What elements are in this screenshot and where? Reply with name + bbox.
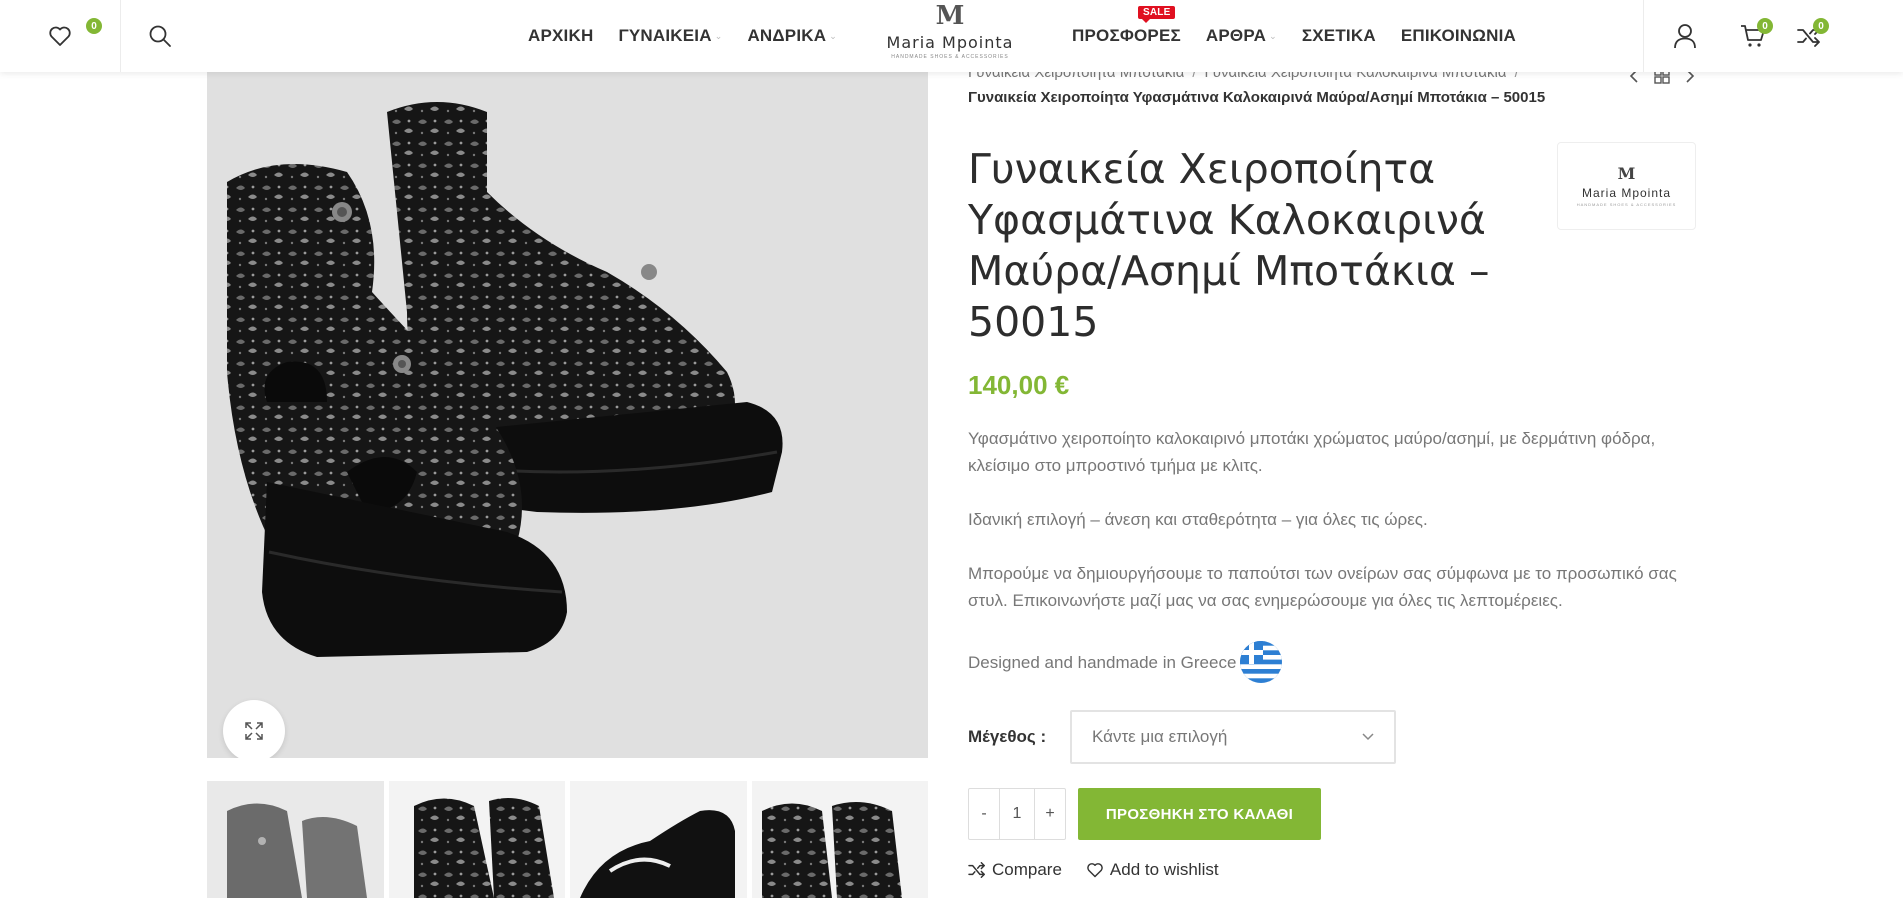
breadcrumb-current: Γυναικεία Χειροποίητα Υφασμάτινα Καλοκαι… (968, 89, 1546, 106)
chevron-down-icon: ⌄ (829, 30, 837, 41)
quantity-stepper: - 1 + (968, 788, 1066, 840)
logo-mark: M (935, 1, 965, 31)
brand-name: Maria Mpointa (1581, 185, 1672, 200)
logo-tagline: HANDMADE SHOES & ACCESSORIES (891, 54, 1009, 60)
logo-name: Maria Mpointa (886, 33, 1014, 52)
size-selector-row: Μέγεθος : Κάντε μια επιλογή (968, 710, 1396, 764)
nav-item-articles[interactable]: ΑΡΘΡΑ ⌄ (1206, 26, 1277, 46)
compare-arrows-icon (968, 862, 985, 878)
nav-item-women[interactable]: ΓΥΝΑΙΚΕΙΑ ⌄ (618, 26, 722, 46)
search-button[interactable] (121, 0, 199, 72)
thumbnail-image (413, 797, 554, 898)
account-button[interactable] (1643, 0, 1725, 72)
product-main-image[interactable] (207, 72, 928, 758)
main-nav-right: SALE ΠΡΟΣΦΟΡΕΣ ΑΡΘΡΑ ⌄ ΣΧΕΤΙΚΑ ΕΠΙΚΟΙΝΩΝΙ… (1072, 0, 1541, 72)
sale-badge: SALE (1138, 6, 1176, 23)
brand-logo[interactable]: M Maria Mpointa HANDMADE SHOES & ACCESSO… (1557, 142, 1696, 230)
quantity-increase-button[interactable]: + (1035, 789, 1065, 839)
product-description: Υφασμάτινο χειροποίητο καλοκαιρινό μποτά… (968, 425, 1696, 683)
expand-icon (245, 722, 263, 740)
nav-label: ΑΡΧΙΚΗ (528, 26, 594, 45)
nav-item-about[interactable]: ΣΧΕΤΙΚΑ (1302, 26, 1376, 46)
thumbnail-image (761, 802, 902, 898)
chevron-down-icon (1362, 733, 1374, 741)
chevron-down-icon: ⌄ (714, 30, 723, 41)
compare-label: Compare (992, 860, 1062, 879)
nav-label: ΑΝΔΡΙΚΑ (747, 26, 827, 45)
nav-item-offers[interactable]: SALE ΠΡΟΣΦΟΡΕΣ (1072, 6, 1181, 46)
description-paragraph: Ιδανική επιλογή – άνεση και σταθερότητα … (968, 510, 1428, 529)
search-icon (149, 25, 171, 47)
nav-label: ΓΥΝΑΙΚΕΙΑ (618, 26, 712, 45)
thumbnail-3[interactable] (570, 781, 747, 898)
chevron-down-icon: ⌄ (1269, 30, 1277, 41)
site-header: 0 ΑΡΧΙΚΗ ΓΥΝΑΙΚΕΙΑ ⌄ ΑΝΔΡΙΚΑ ⌄ M Maria Mpo… (0, 0, 1903, 72)
thumbnail-4[interactable] (751, 781, 928, 898)
wishlist-count-badge: 0 (86, 18, 102, 34)
nav-item-home[interactable]: ΑΡΧΙΚΗ (528, 26, 593, 46)
add-to-cart-button[interactable]: ΠΡΟΣΘΗΚΗ ΣΤΟ ΚΑΛΑΘΙ (1078, 788, 1321, 840)
header-right-tools: 0 0 (1643, 0, 1903, 72)
brand-tagline: HANDMADE SHOES & ACCESSORIES (1576, 201, 1677, 207)
thumbnail-image (580, 810, 735, 898)
expand-image-button[interactable] (223, 700, 285, 758)
nav-label: ΣΧΕΤΙΚΑ (1301, 26, 1376, 45)
greek-flag-icon (1240, 641, 1283, 683)
heart-icon (49, 26, 71, 46)
nav-item-contact[interactable]: ΕΠΙΚΟΙΝΩΝΙΑ (1401, 26, 1516, 46)
wishlist-label: Add to wishlist (1109, 860, 1219, 879)
product-title: Γυναικεία Χειροποίητα Υφασμάτινα Καλοκαι… (968, 145, 1490, 346)
heart-icon (1087, 863, 1103, 878)
quantity-input[interactable]: 1 (999, 789, 1035, 839)
origin-line: Designed and handmade in Greece (968, 641, 1696, 683)
wishlist-button[interactable]: 0 (0, 0, 121, 72)
user-icon (1673, 24, 1696, 49)
nav-item-men[interactable]: ΑΝΔΡΙΚΑ ⌄ (747, 26, 837, 46)
description-paragraph: Μπορούμε να δημιουργήσουμε το παπούτσι τ… (968, 564, 1677, 610)
size-label-text: Μέγεθος (968, 727, 1036, 746)
thumbnail-2[interactable] (388, 781, 565, 898)
site-logo[interactable]: M Maria Mpointa HANDMADE SHOES & ACCESSO… (870, 2, 1030, 68)
size-label: Μέγεθος : (968, 727, 1070, 747)
size-select-value: Κάντε μια επιλογή (1092, 727, 1228, 746)
compare-count-badge: 0 (1813, 18, 1829, 34)
product-sandal-image (227, 102, 783, 657)
cart-count-badge: 0 (1757, 18, 1773, 34)
brand-mark: M (1617, 163, 1636, 183)
size-select[interactable]: Κάντε μια επιλογή (1070, 710, 1396, 764)
product-price: 140,00 € (968, 370, 1070, 400)
thumbnail-image (227, 803, 367, 898)
size-label-colon: : (1035, 727, 1047, 746)
nav-label: ΑΡΘΡΑ (1205, 26, 1267, 45)
add-to-cart-row: - 1 + ΠΡΟΣΘΗΚΗ ΣΤΟ ΚΑΛΑΘΙ (968, 788, 1321, 840)
add-to-wishlist-button[interactable]: Add to wishlist (1086, 860, 1219, 880)
header-left-tools: 0 (0, 0, 199, 72)
quantity-decrease-button[interactable]: - (969, 789, 999, 839)
nav-label: ΕΠΙΚΟΙΝΩΝΙΑ (1400, 26, 1516, 45)
origin-text: Designed and handmade in Greece (968, 652, 1237, 672)
description-paragraph: Υφασμάτινο χειροποίητο καλοκαιρινό μποτά… (968, 429, 1656, 475)
product-thumbnails (207, 781, 928, 898)
product-actions: Compare Add to wishlist (968, 860, 1243, 880)
compare-header-button[interactable]: 0 (1781, 0, 1837, 72)
nav-label: ΠΡΟΣΦΟΡΕΣ (1072, 26, 1181, 45)
cart-button[interactable]: 0 (1725, 0, 1781, 72)
thumbnail-1[interactable] (207, 781, 384, 898)
compare-button[interactable]: Compare (968, 860, 1062, 880)
main-nav-left: ΑΡΧΙΚΗ ΓΥΝΑΙΚΕΙΑ ⌄ ΑΝΔΡΙΚΑ ⌄ (528, 0, 862, 72)
